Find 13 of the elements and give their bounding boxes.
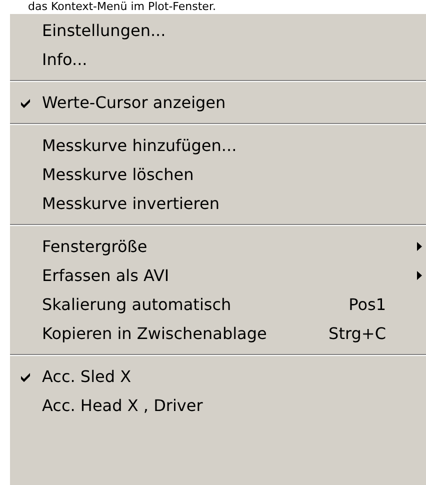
menu-item[interactable]: Acc. Head X , Driver — [10, 391, 426, 420]
menu-item[interactable]: Kopieren in Zwischenablage Strg+C — [10, 319, 426, 348]
menu-item[interactable]: Werte-Cursor anzeigen — [10, 88, 426, 117]
menu-item[interactable]: Messkurve hinzufügen... — [10, 131, 426, 160]
caption-text: das Kontext-Menü im Plot-Fenster. — [28, 0, 216, 14]
menu-item[interactable]: Einstellungen... — [10, 16, 426, 45]
menu-item[interactable]: Fenstergröße — [10, 232, 426, 261]
menu-item[interactable]: Erfassen als AVI — [10, 261, 426, 290]
menu-item[interactable]: Messkurve invertieren — [10, 189, 426, 218]
menu-item[interactable]: Skalierung automatisch Pos1 — [10, 290, 426, 319]
menu-item[interactable]: Info... — [10, 45, 426, 74]
menu-item[interactable]: Messkurve löschen — [10, 160, 426, 189]
menu-item[interactable]: Acc. Sled X — [10, 362, 426, 391]
